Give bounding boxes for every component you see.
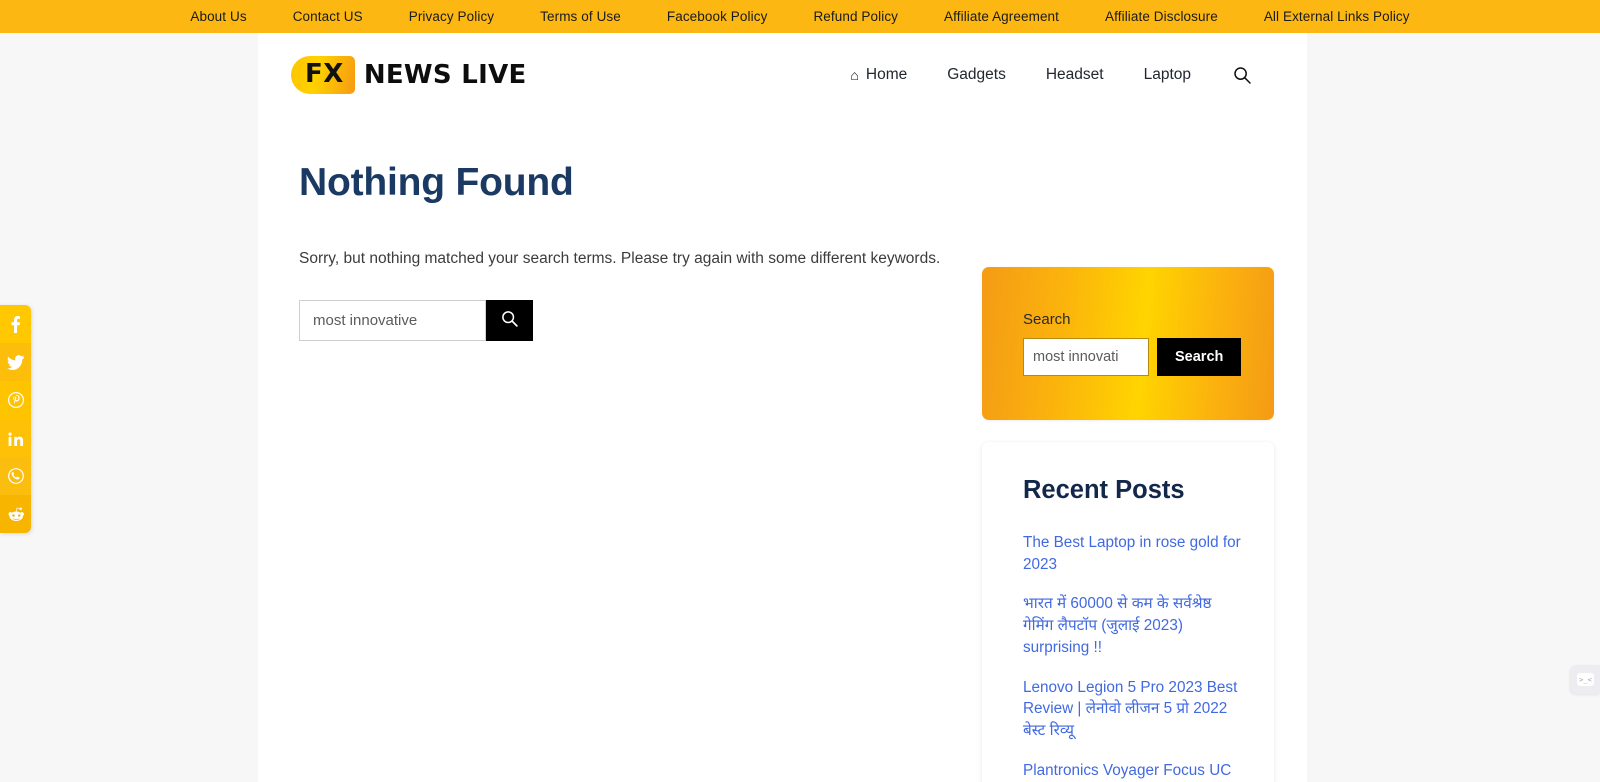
topbar-link-privacy-policy[interactable]: Privacy Policy [386, 9, 517, 24]
recent-post-link-2[interactable]: भारत में 60000 से कम के सर्वश्रेष्ठ गेमि… [1023, 593, 1241, 658]
share-twitter-button[interactable] [0, 343, 31, 381]
nav-item-home-label: Home [865, 66, 908, 83]
content-search-input[interactable] [299, 299, 486, 341]
recent-posts-widget: Recent Posts The Best Laptop in rose gol… [982, 442, 1274, 782]
nav-item-headset[interactable]: Headset [1026, 66, 1124, 84]
sidebar: Search Search Recent Posts The Best Lapt… [982, 115, 1274, 782]
sidebar-search-button[interactable]: Search [1157, 338, 1242, 376]
recent-post-link-3[interactable]: Lenovo Legion 5 Pro 2023 Best Review | ल… [1023, 677, 1241, 742]
share-whatsapp-button[interactable] [0, 457, 31, 495]
topbar-link-contact-us[interactable]: Contact US [270, 9, 386, 24]
content-row: Nothing Found Sorry, but nothing matched… [258, 115, 1307, 782]
no-results-message: Sorry, but nothing matched your search t… [299, 249, 941, 267]
topbar-link-facebook-policy[interactable]: Facebook Policy [644, 9, 791, 24]
content-search-submit-button[interactable] [486, 299, 533, 341]
topbar-link-about-us[interactable]: About Us [167, 9, 269, 24]
sidebar-search-input[interactable] [1023, 338, 1149, 376]
list-item: Lenovo Legion 5 Pro 2023 Best Review | ल… [1023, 677, 1241, 742]
share-facebook-button[interactable] [0, 305, 31, 343]
content-search-form [299, 299, 959, 341]
recent-post-link-4[interactable]: Plantronics Voyager Focus UC b825-m Revi… [1023, 760, 1241, 782]
page-title: Nothing Found [299, 161, 574, 204]
nav-item-laptop[interactable]: Laptop [1124, 66, 1211, 84]
list-item: Plantronics Voyager Focus UC b825-m Revi… [1023, 760, 1241, 782]
linkedin-icon [7, 431, 24, 446]
topbar-link-affiliate-agreement[interactable]: Affiliate Agreement [921, 9, 1082, 24]
topbar-link-all-external-links-policy[interactable]: All External Links Policy [1241, 9, 1433, 24]
topbar-link-affiliate-disclosure[interactable]: Affiliate Disclosure [1082, 9, 1241, 24]
nav-item-home[interactable]: ⌂ Home [830, 66, 927, 84]
nav-item-laptop-label: Laptop [1143, 66, 1191, 83]
reddit-icon [7, 507, 24, 522]
list-item: The Best Laptop in rose gold for 2023 [1023, 532, 1241, 575]
share-linkedin-button[interactable] [0, 419, 31, 457]
search-icon [1233, 66, 1251, 84]
topbar-link-refund-policy[interactable]: Refund Policy [790, 9, 921, 24]
topbar-link-terms-of-use[interactable]: Terms of Use [517, 9, 644, 24]
header-search-toggle-button[interactable] [1211, 66, 1257, 84]
main-navigation: ⌂ Home Gadgets Headset Laptop [830, 66, 1257, 84]
logo-text-news-live: NEWS LIVE [363, 59, 527, 90]
whatsapp-icon [7, 468, 24, 484]
twitter-icon [7, 354, 24, 370]
sidebar-search-label: Search [1023, 311, 1071, 328]
recent-post-link-1[interactable]: The Best Laptop in rose gold for 2023 [1023, 532, 1241, 575]
recent-posts-list: The Best Laptop in rose gold for 2023 भा… [1023, 532, 1241, 782]
nav-item-gadgets-label: Gadgets [947, 66, 1006, 83]
site-header: FX NEWS LIVE ⌂ Home Gadgets Headset Lapt… [258, 33, 1307, 115]
share-reddit-button[interactable] [0, 495, 31, 533]
primary-content: Nothing Found Sorry, but nothing matched… [299, 115, 959, 341]
site-container: FX NEWS LIVE ⌂ Home Gadgets Headset Lapt… [258, 33, 1307, 782]
nav-item-gadgets[interactable]: Gadgets [927, 66, 1026, 84]
site-logo[interactable]: FX NEWS LIVE [291, 56, 527, 94]
recent-posts-title: Recent Posts [1023, 476, 1185, 504]
search-icon [501, 310, 518, 330]
logo-badge-fx: FX [291, 56, 355, 94]
emoji-face-icon: >_< [1577, 673, 1594, 686]
pinterest-icon [7, 392, 24, 408]
facebook-icon [11, 315, 20, 333]
sidebar-search-widget: Search Search [982, 267, 1274, 420]
social-share-bar [0, 305, 31, 533]
top-utility-bar: About Us Contact US Privacy Policy Terms… [0, 0, 1600, 33]
nav-item-headset-label: Headset [1045, 66, 1104, 83]
list-item: भारत में 60000 से कम के सर्वश्रेष्ठ गेमि… [1023, 593, 1241, 658]
sidebar-search-row: Search [1023, 338, 1242, 376]
edge-chat-widget[interactable]: >_< [1571, 665, 1600, 694]
share-pinterest-button[interactable] [0, 381, 31, 419]
page-background: >_< FX NEWS LIVE ⌂ Home Gadgets Headset [0, 33, 1600, 782]
home-icon: ⌂ [850, 67, 859, 83]
